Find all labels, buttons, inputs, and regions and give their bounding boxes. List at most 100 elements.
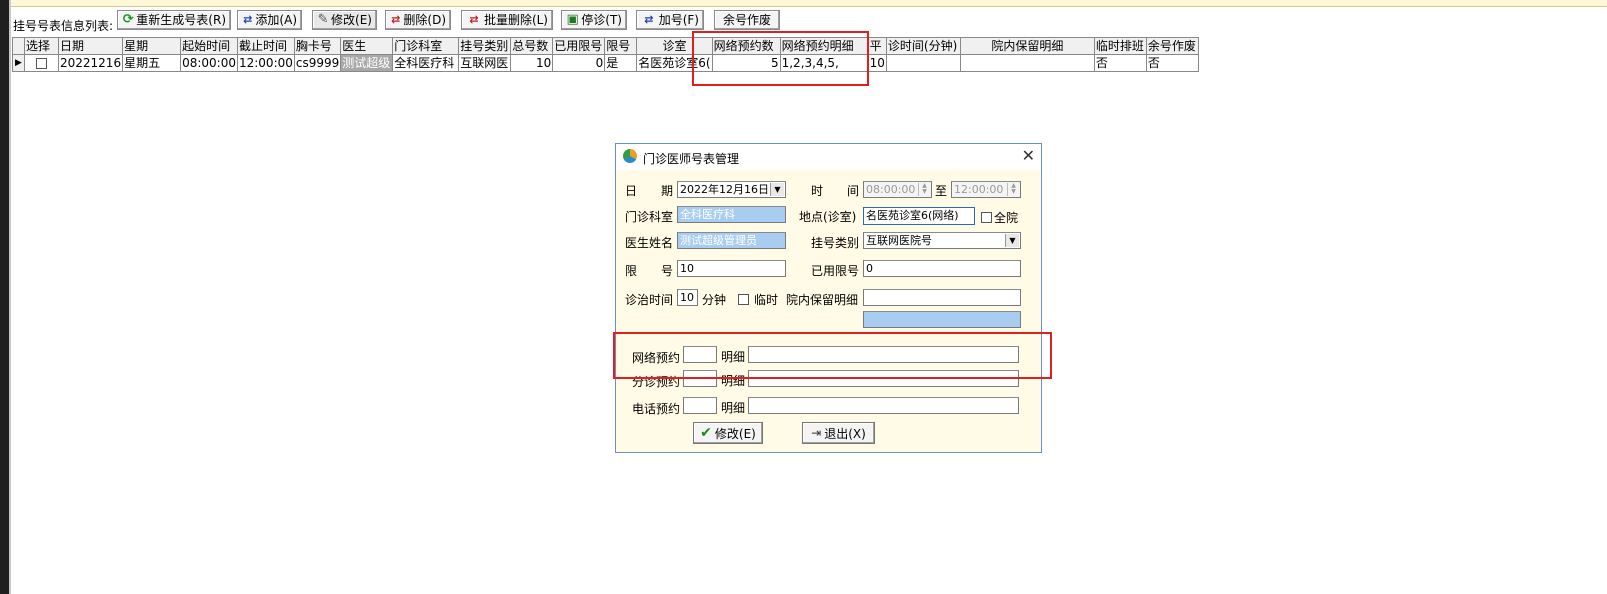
modify-label: 修改(E) <box>331 13 372 27</box>
cell-avg: 10 <box>867 54 887 72</box>
exit-door-icon: ⇥ <box>811 426 822 440</box>
modify-dialog-button[interactable]: ✔ 修改(E) <box>693 422 763 444</box>
cell-weekday: 星期五 <box>122 54 182 72</box>
stop-clinic-label: 停诊(T) <box>581 13 622 27</box>
col-header[interactable]: 限号 <box>604 37 638 55</box>
whole-hospital-checkbox[interactable] <box>981 212 992 223</box>
col-header[interactable]: 医生 <box>340 37 394 55</box>
spinner-icon[interactable]: ▲ ▼ <box>918 183 930 196</box>
dept-value: 全科医疗科 <box>680 208 735 221</box>
cell-used: 0 <box>552 54 606 72</box>
delete-button[interactable]: ⇄ 删除(D) <box>385 10 451 30</box>
window-left-border <box>9 0 11 594</box>
void-remaining-button[interactable]: 余号作废 <box>714 10 780 30</box>
regtype-select[interactable]: 互联网医院号 ▼ <box>863 232 1021 249</box>
col-header[interactable]: 余号作废 <box>1145 37 1199 55</box>
dialog-titlebar: 门诊医师号表管理 ✕ <box>616 144 1041 170</box>
col-header[interactable]: 已用限号 <box>552 37 606 55</box>
limit-value: 10 <box>680 262 694 275</box>
regtype-label: 挂号类别 <box>811 236 860 250</box>
col-header[interactable]: 临时排班 <box>1093 37 1147 55</box>
doctor-label: 医生姓名 <box>625 236 674 250</box>
date-value: 2022年12月16日 <box>680 183 769 196</box>
batch-delete-button[interactable]: ⇄ 批量删除(L) <box>461 10 553 30</box>
col-header[interactable]: 院内保留明细 <box>959 37 1095 55</box>
time-end-field[interactable]: 12:00:00 ▲ ▼ <box>951 181 1021 198</box>
void-remaining-label: 余号作废 <box>722 13 771 27</box>
schedule-dialog: 门诊医师号表管理 ✕ 日 期 2022年12月16日 ▼ 时 间 08:00:0… <box>615 143 1042 453</box>
phone-count-field[interactable] <box>683 397 717 414</box>
duration-label: 诊治时间 <box>625 293 674 307</box>
reserved-field[interactable] <box>863 289 1021 306</box>
add-button[interactable]: ⇄ 添加(A) <box>237 10 302 30</box>
exit-button[interactable]: ⇥ 退出(X) <box>802 422 875 444</box>
cell-date: 20221216 <box>57 54 124 72</box>
doctor-value: 测试超级管理员 <box>680 234 757 247</box>
spinner-icon[interactable]: ▲ ▼ <box>1007 183 1019 196</box>
col-header[interactable]: 总号数 <box>510 37 554 55</box>
delete-label: 删除(D) <box>403 13 446 27</box>
cell-dept: 全科医疗科 <box>392 54 460 72</box>
used-field[interactable]: 0 <box>863 260 1021 277</box>
grid-header-row: 选择 日期 星期 起始时间 截止时间 胸卡号 医生 门诊科室 挂号类别 总号数 … <box>12 37 1199 55</box>
add-number-button[interactable]: ⇄ 加号(F) <box>636 10 704 30</box>
dialog-title: 门诊医师号表管理 <box>643 152 740 166</box>
close-icon[interactable]: ✕ <box>1022 147 1035 165</box>
whole-hospital-label: 全院 <box>994 211 1019 225</box>
highlight-box-grid <box>692 31 869 86</box>
chevron-down-icon[interactable]: ▼ <box>770 183 784 196</box>
modify-dialog-label: 修改(E) <box>714 426 756 441</box>
col-header[interactable]: 截止时间 <box>236 37 295 55</box>
col-header[interactable]: 胸卡号 <box>293 37 342 55</box>
col-header[interactable]: 平 <box>867 37 887 55</box>
app-logo-icon <box>623 149 637 163</box>
chevron-down-icon[interactable]: ▼ <box>1005 234 1019 247</box>
regenerate-button[interactable]: ⟳ 重新生成号表(R) <box>117 10 231 30</box>
col-header[interactable]: 起始时间 <box>180 37 238 55</box>
minute-label: 分钟 <box>702 293 727 307</box>
col-header[interactable]: 星期 <box>122 37 182 55</box>
date-picker[interactable]: 2022年12月16日 ▼ <box>677 181 786 198</box>
cell-reserved <box>959 54 1095 72</box>
col-header[interactable]: 诊时间(分钟) <box>885 37 961 55</box>
top-strip <box>11 0 1607 7</box>
add-number-icon: ⇄ <box>644 13 654 26</box>
dept-field[interactable]: 全科医疗科 <box>677 206 786 223</box>
duration-field[interactable]: 10 <box>677 289 698 306</box>
table-row[interactable]: ▶ 20221216 星期五 08:00:00 12:00:00 cs9999 … <box>12 54 1199 72</box>
limit-field[interactable]: 10 <box>677 260 786 277</box>
location-field[interactable]: 名医苑诊室6(网络) <box>863 207 975 225</box>
cell-duration <box>885 54 961 72</box>
refresh-icon: ⟳ <box>122 12 134 27</box>
reserved-detail-field[interactable] <box>863 311 1021 328</box>
highlight-box-dialog <box>613 332 1052 379</box>
limit-label: 限 号 <box>625 264 674 278</box>
schedule-grid: 选择 日期 星期 起始时间 截止时间 胸卡号 医生 门诊科室 挂号类别 总号数 … <box>12 37 1199 72</box>
checkmark-icon: ✔ <box>700 425 712 441</box>
cell-temp: 否 <box>1093 54 1147 72</box>
modify-button[interactable]: ✎ 修改(E) <box>312 10 377 30</box>
col-header[interactable]: 日期 <box>57 37 124 55</box>
temp-checkbox[interactable] <box>738 294 749 305</box>
regenerate-label: 重新生成号表(R) <box>136 13 226 27</box>
time-end-value: 12:00:00 <box>954 183 1004 196</box>
toolbar: 挂号号表信息列表: ⟳ 重新生成号表(R) ⇄ 添加(A) ✎ 修改(E) ⇄ … <box>11 8 1601 33</box>
time-start-field[interactable]: 08:00:00 ▲ ▼ <box>863 181 932 198</box>
row-select-checkbox[interactable] <box>24 54 59 72</box>
phone-detail-field[interactable] <box>748 397 1019 414</box>
regtype-value: 互联网医院号 <box>866 234 932 247</box>
temp-label: 临时 <box>754 293 779 307</box>
row-indicator-icon: ▶ <box>12 54 25 72</box>
col-header[interactable]: 挂号类别 <box>458 37 512 55</box>
col-header[interactable]: 门诊科室 <box>392 37 460 55</box>
stop-clinic-button[interactable]: ▣ 停诊(T) <box>561 10 627 30</box>
batch-delete-icon: ⇄ <box>469 13 479 26</box>
window-left-edge <box>0 0 9 594</box>
phone-detail-label: 明细 <box>721 401 746 415</box>
add-number-label: 加号(F) <box>658 13 699 27</box>
cell-card: cs9999 <box>293 54 342 72</box>
doctor-field[interactable]: 测试超级管理员 <box>677 232 786 249</box>
cell-limited: 是 <box>604 54 638 72</box>
col-header[interactable]: 选择 <box>24 37 59 55</box>
location-value: 名医苑诊室6(网络) <box>866 209 959 222</box>
